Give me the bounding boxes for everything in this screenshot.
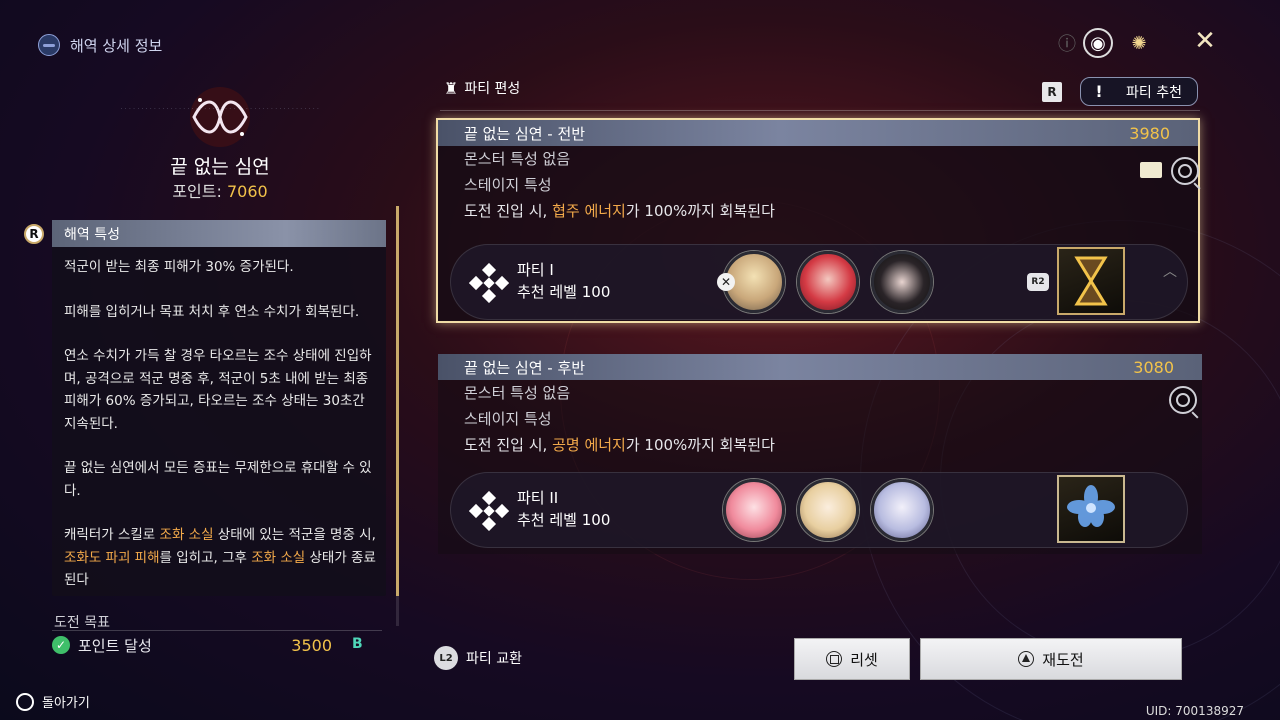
echo-slot[interactable] <box>1057 475 1125 543</box>
stage-trait-label: 스테이지 특성 <box>464 410 552 428</box>
text: 도전 진입 시, <box>464 436 553 454</box>
r-button-badge[interactable]: R <box>24 224 44 244</box>
recommend-party-label: 파티 추천 <box>1126 84 1182 101</box>
back-button[interactable]: 돌아가기 <box>16 692 90 711</box>
sea-trait-text: 적군이 받는 최종 피해가 30% 증가된다. 피해를 입히거나 목표 처치 후… <box>64 256 380 614</box>
sun-icon[interactable]: ✺ <box>1124 28 1154 58</box>
party-name: 파티 I <box>517 261 554 279</box>
trait-paragraph: 적군이 받는 최종 피해가 30% 증가된다. <box>64 259 294 275</box>
recommend-party-button[interactable]: ! 파티 추천 <box>1080 77 1198 106</box>
mail-icon[interactable] <box>1140 162 1162 178</box>
collapse-chevron-icon[interactable]: ︿ <box>1163 261 1177 281</box>
scrollbar-thumb[interactable] <box>396 206 399 596</box>
search-icon[interactable] <box>1169 386 1197 414</box>
back-label: 돌아가기 <box>42 696 90 711</box>
stage-trait-desc: 도전 진입 시, 협주 에너지가 100%까지 회복된다 <box>438 198 1198 224</box>
exclamation-icon: ! <box>1095 82 1103 101</box>
divider <box>440 110 1200 111</box>
text: 상태에 있는 적군을 명중 시, <box>213 527 376 543</box>
reset-button[interactable]: 리셋 <box>794 638 910 680</box>
character-avatar[interactable] <box>797 251 859 313</box>
points-value: 7060 <box>226 182 268 201</box>
r2-button-badge: R2 <box>1027 273 1049 291</box>
stage-title: 끝 없는 심연 - 후반 <box>464 358 586 377</box>
party-row[interactable]: 파티 I 추천 레벨 100 ✕ R2 ︿ <box>450 244 1188 320</box>
stage-title-bar: 끝 없는 심연 - 전반 3980 <box>438 120 1198 146</box>
trait-paragraph: 캐릭터가 스킬로 조화 소실 상태에 있는 적군을 명중 시, 조화도 파괴 피… <box>64 524 380 592</box>
highlight-text: 조화 소실 <box>159 527 214 543</box>
text: 도전 진입 시, <box>464 202 553 220</box>
abyss-name: 끝 없는 심연 <box>170 156 270 178</box>
monster-trait: 몬스터 특성 없음 <box>464 384 571 402</box>
goal-value: 3500 <box>291 635 332 655</box>
party-icon: ♜ <box>444 78 459 98</box>
trait-paragraph: 피해를 입히거나 목표 처치 후 연소 수치가 회복된다. <box>64 303 360 320</box>
party-name: 파티 II <box>517 489 559 507</box>
goal-row: ✓ 포인트 달성 3500 <box>52 634 382 656</box>
character-avatar[interactable] <box>871 479 933 541</box>
page-header: 해역 상세 정보 <box>38 34 162 56</box>
sea-trait-header: 해역 특성 <box>52 220 386 247</box>
character-avatar[interactable] <box>797 479 859 541</box>
party-row[interactable]: 파티 II 추천 레벨 100 <box>450 472 1188 548</box>
monster-trait: 몬스터 특성 없음 <box>464 150 571 168</box>
hourglass-icon <box>1074 256 1108 306</box>
highlight-text: 협주 에너지 <box>552 202 626 220</box>
stage-trait-desc: 도전 진입 시, 공명 에너지가 100%까지 회복된다 <box>438 432 1202 458</box>
uid-label: UID: 700138927 <box>1145 704 1244 718</box>
target-icon[interactable]: ◉ <box>1083 28 1113 58</box>
party-edit-title: 파티 편성 <box>464 81 521 97</box>
trait-paragraph: 연소 수치가 가득 찰 경우 타오르는 조수 상태에 진입하며, 공격으로 적군… <box>64 348 372 432</box>
stage-points: 3080 <box>1133 357 1174 377</box>
r-button-badge[interactable]: R <box>1042 82 1062 102</box>
highlight-text: 조화도 파괴 피해 <box>64 549 160 566</box>
l2-button-badge: L2 <box>434 646 458 670</box>
party-edit-header: ♜ 파티 편성 <box>444 78 520 98</box>
info-icon[interactable]: ⓘ <box>1052 28 1082 58</box>
highlight-text: 공명 에너지 <box>552 436 626 454</box>
points-label: 포인트: <box>172 182 222 201</box>
b-icon: B <box>352 636 363 652</box>
trait-paragraph: 끝 없는 심연에서 모든 증표는 무제한으로 휴대할 수 있다. <box>64 460 372 499</box>
remove-icon[interactable]: ✕ <box>717 273 735 291</box>
party-emblem-icon <box>469 263 509 303</box>
search-icon[interactable] <box>1171 157 1199 185</box>
square-button-icon <box>826 651 843 667</box>
character-avatar[interactable] <box>871 251 933 313</box>
stage-title-bar: 끝 없는 심연 - 후반 3080 <box>438 354 1202 380</box>
party-level: 추천 레벨 100 <box>517 283 611 301</box>
stage-points: 3980 <box>1129 123 1170 143</box>
emblem-icon <box>190 87 250 147</box>
goal-item: 포인트 달성 <box>78 636 152 655</box>
retry-label: 재도전 <box>1042 650 1084 669</box>
globe-icon <box>38 34 60 56</box>
abyss-points: 포인트: 7060 <box>60 178 380 202</box>
goal-label: 도전 목표 <box>54 615 110 631</box>
stage-title: 끝 없는 심연 - 전반 <box>464 124 586 143</box>
divider <box>52 630 382 631</box>
text: 가 100%까지 회복된다 <box>625 436 775 454</box>
text: 캐릭터가 스킬로 <box>64 527 160 543</box>
text: 를 입히고, 그후 <box>159 549 252 566</box>
stage-card-second[interactable]: 끝 없는 심연 - 후반 3080 몬스터 특성 없음 스테이지 특성 도전 진… <box>438 354 1202 554</box>
flower-icon <box>1067 485 1115 527</box>
retry-button[interactable]: 재도전 <box>920 638 1182 680</box>
stage-trait-label: 스테이지 특성 <box>464 176 552 194</box>
character-avatar[interactable] <box>723 479 785 541</box>
check-icon: ✓ <box>52 636 70 654</box>
stage-card-first[interactable]: 끝 없는 심연 - 전반 3980 몬스터 특성 없음 스테이지 특성 도전 진… <box>436 118 1200 323</box>
circle-button-icon <box>16 692 34 711</box>
party-emblem-icon <box>469 491 509 531</box>
close-x-icon[interactable]: ✕ <box>1190 26 1220 56</box>
page-title: 해역 상세 정보 <box>70 36 163 55</box>
highlight-text: 조화 소실 <box>251 549 306 566</box>
swap-party-label: 파티 교환 <box>466 651 522 667</box>
text: 가 100%까지 회복된다 <box>625 202 775 220</box>
swap-party-button[interactable]: L2 파티 교환 <box>434 646 522 670</box>
party-level: 추천 레벨 100 <box>517 511 611 529</box>
reset-label: 리셋 <box>850 650 878 669</box>
triangle-button-icon <box>1018 651 1035 667</box>
echo-slot[interactable] <box>1057 247 1125 315</box>
emblem-caption: · · · · · · · · · · · · · · · · · · · · … <box>120 106 320 112</box>
